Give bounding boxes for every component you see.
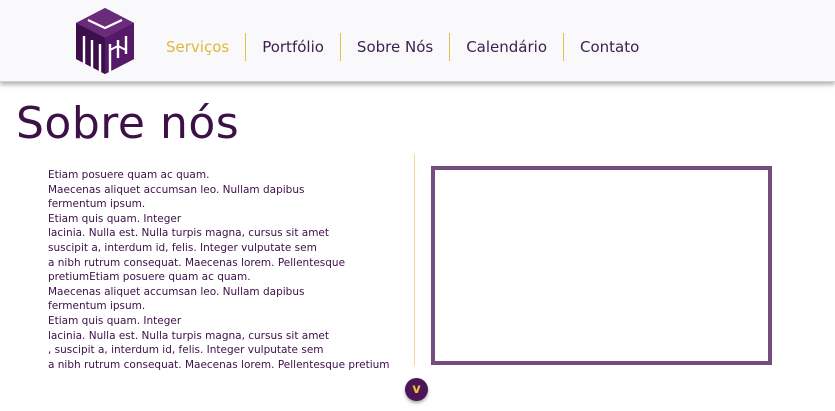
about-text: Etiam posuere quam ac quam. Maecenas ali… (48, 169, 390, 371)
nav-item-calendario[interactable]: Calendário (450, 33, 564, 61)
logo[interactable] (74, 6, 136, 76)
scroll-down-button[interactable]: v (405, 378, 428, 401)
nav-item-servicos[interactable]: Serviços (150, 33, 247, 61)
main-nav: Serviços Portfólio Sobre Nós Calendário … (150, 32, 655, 62)
media-placeholder-frame (431, 166, 772, 365)
nav-item-sobre-nos[interactable]: Sobre Nós (341, 33, 451, 61)
nav-item-contato[interactable]: Contato (564, 33, 655, 61)
site-header: Serviços Portfólio Sobre Nós Calendário … (0, 0, 835, 82)
column-divider (414, 154, 415, 366)
stacked-cubes-logo-icon (76, 8, 134, 74)
page-title: Sobre nós (16, 98, 240, 149)
nav-item-portfolio[interactable]: Portfólio (246, 33, 341, 61)
